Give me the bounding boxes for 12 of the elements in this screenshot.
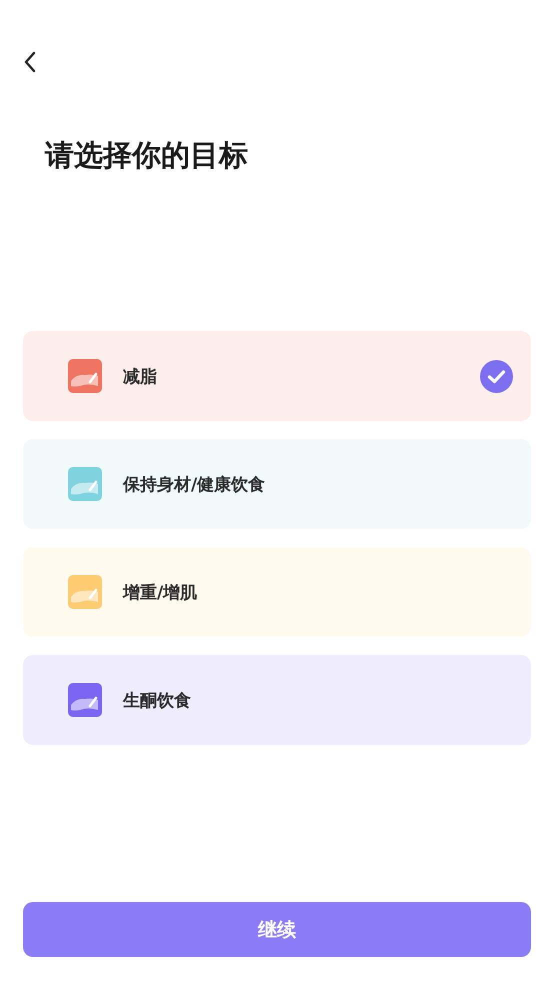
- back-button[interactable]: [23, 51, 37, 73]
- back-icon: [23, 51, 37, 73]
- page-title: 请选择你的目标: [45, 141, 249, 170]
- food-icon: [68, 467, 102, 501]
- food-icon: [68, 359, 102, 393]
- goal-option[interactable]: 减脂: [23, 331, 531, 421]
- goal-option[interactable]: 生酮饮食: [23, 655, 531, 745]
- food-icon: [68, 683, 102, 717]
- goal-option[interactable]: 保持身材/健康饮食: [23, 439, 531, 529]
- goal-option[interactable]: 增重/增肌: [23, 547, 531, 637]
- food-icon: [68, 575, 102, 609]
- check-icon: [480, 360, 513, 392]
